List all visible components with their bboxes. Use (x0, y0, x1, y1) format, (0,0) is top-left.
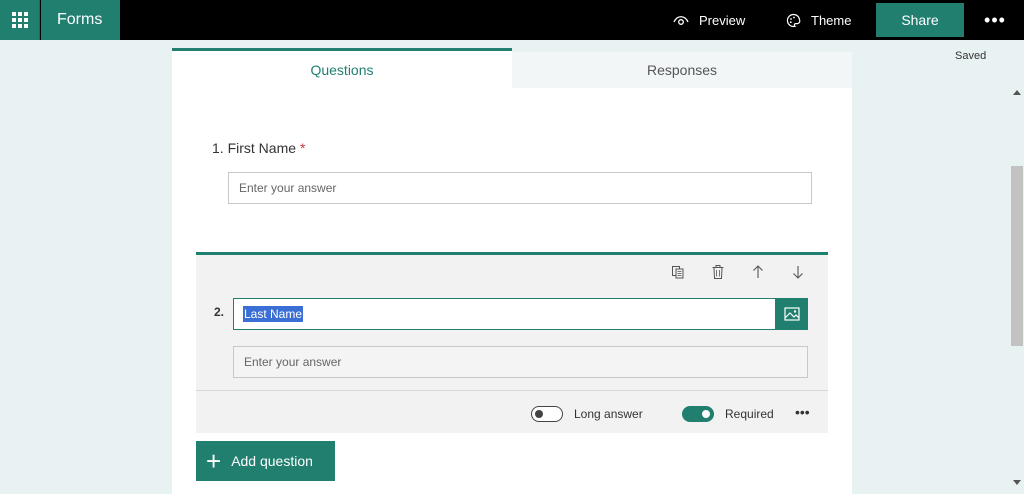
tab-questions[interactable]: Questions (172, 48, 512, 88)
add-question-button[interactable]: + Add question (196, 441, 335, 481)
arrow-down-icon (793, 266, 803, 279)
add-question-label: Add question (231, 453, 313, 469)
question-1-answer-field[interactable]: Enter your answer (228, 172, 812, 204)
copy-icon (672, 266, 684, 279)
question-2-answer-field: Enter your answer (233, 346, 808, 378)
scroll-up-arrow-icon[interactable] (1013, 90, 1021, 95)
question-more-options-icon[interactable]: ••• (795, 404, 810, 420)
long-answer-toggle[interactable] (531, 406, 563, 422)
image-icon (784, 307, 800, 321)
required-label: Required (725, 407, 774, 421)
scrollbar-thumb[interactable] (1011, 166, 1023, 346)
required-toggle[interactable] (682, 406, 714, 422)
insert-media-button[interactable] (776, 298, 808, 330)
move-up-button[interactable] (748, 262, 768, 282)
trash-icon (712, 265, 724, 279)
copy-question-button[interactable] (668, 262, 688, 282)
app-launcher-button[interactable] (0, 0, 40, 40)
question-1-title[interactable]: 1. First Name * (212, 140, 305, 156)
tab-responses[interactable]: Responses (512, 52, 852, 88)
delete-question-button[interactable] (708, 262, 728, 282)
share-button[interactable]: Share (876, 3, 964, 37)
scroll-down-arrow-icon[interactable] (1013, 480, 1021, 485)
long-answer-label: Long answer (574, 407, 643, 421)
arrow-up-icon (753, 265, 763, 278)
theme-button[interactable]: Theme (786, 0, 851, 40)
question-2-number: 2. (214, 305, 225, 319)
move-down-button[interactable] (788, 262, 808, 282)
question-1-label: 1. First Name (212, 140, 297, 156)
question-2-title-text: Last Name (243, 306, 304, 322)
question-2-title-input[interactable]: Last Name (233, 298, 776, 330)
preview-button[interactable]: Preview (673, 0, 745, 40)
eye-icon (673, 16, 689, 25)
toggle-knob (535, 410, 543, 418)
required-asterisk: * (300, 140, 306, 156)
theme-label: Theme (811, 12, 852, 28)
saved-status: Saved (955, 50, 987, 62)
preview-label: Preview (699, 12, 746, 28)
plus-icon: + (206, 446, 222, 476)
toggle-knob (702, 410, 710, 418)
divider (196, 390, 828, 391)
more-options-icon[interactable]: ••• (982, 0, 1008, 40)
palette-icon (786, 13, 801, 27)
top-bar: Forms Preview Theme Share ••• (0, 0, 1024, 40)
app-name[interactable]: Forms (41, 0, 120, 40)
app-launcher-icon (11, 12, 28, 28)
